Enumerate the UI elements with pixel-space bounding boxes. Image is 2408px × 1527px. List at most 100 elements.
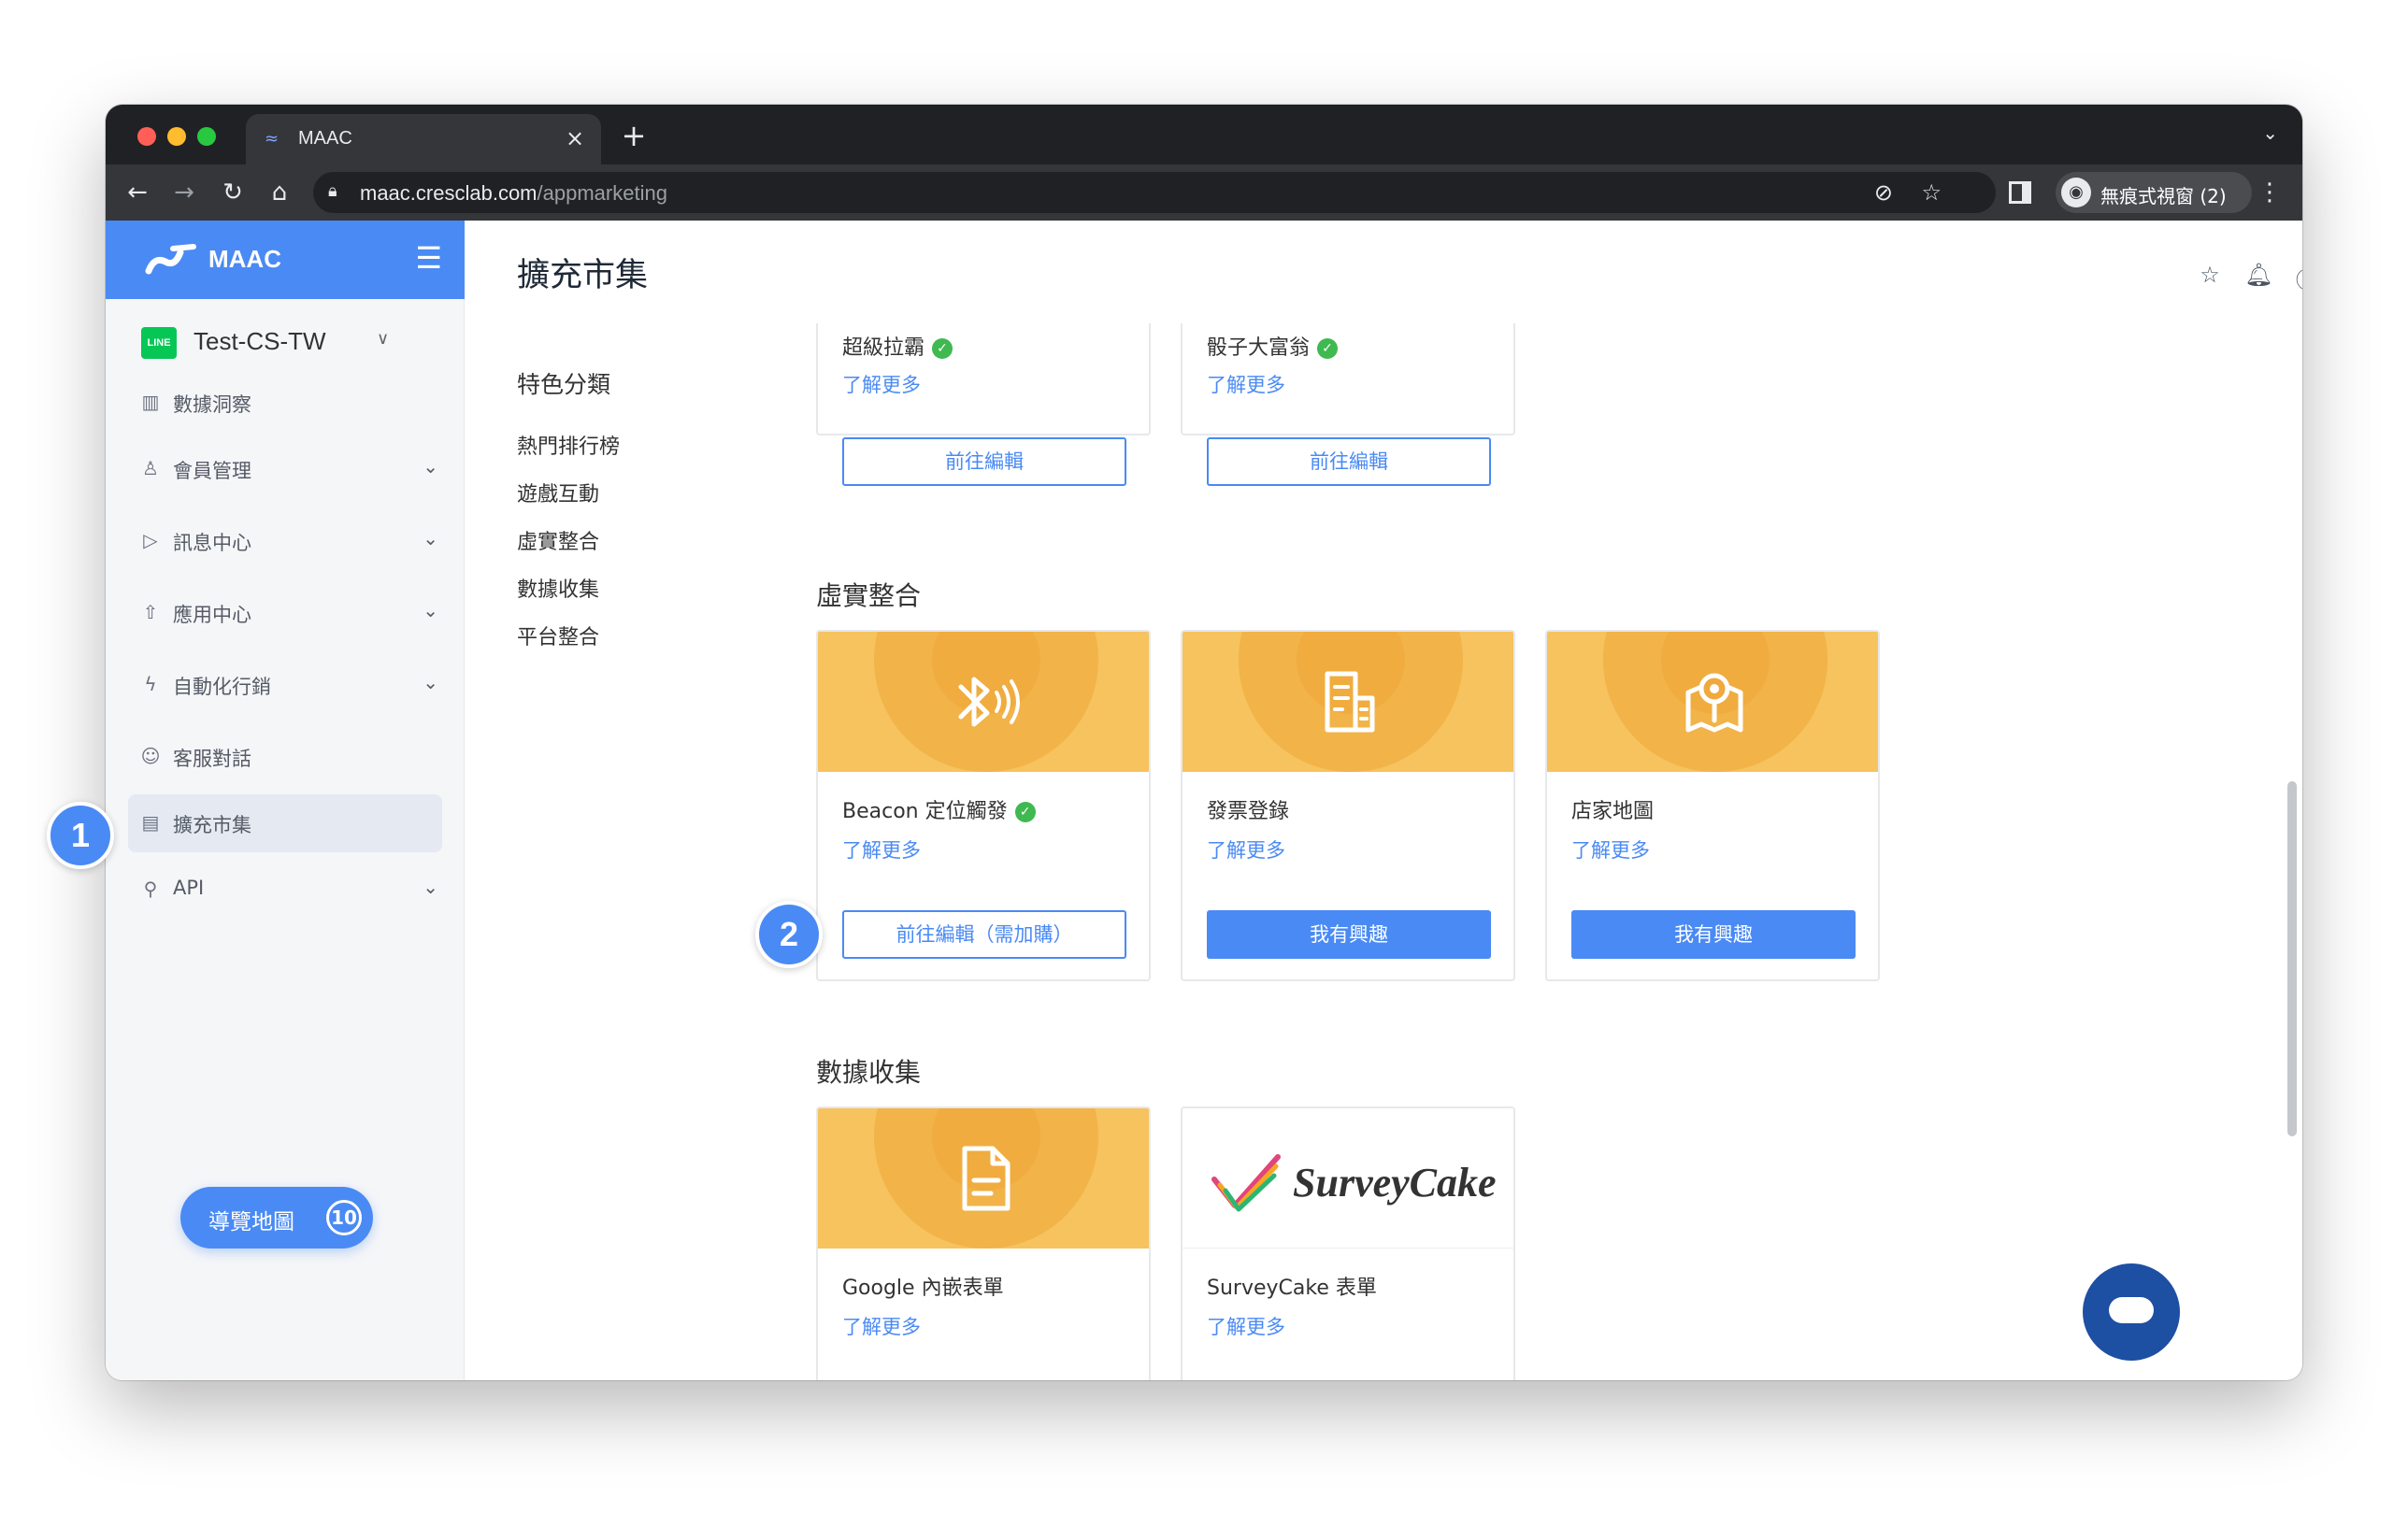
- guide-map-button[interactable]: 導覽地圖 10: [180, 1187, 373, 1249]
- bell-icon[interactable]: 🔔︎: [2244, 262, 2272, 288]
- incognito-label: 無痕式視窗 (2): [2100, 185, 2227, 207]
- incognito-profile-button[interactable]: ◉ 無痕式視窗 (2): [2056, 172, 2252, 213]
- sidebar: MAAC ☰ LINE Test-CS-TW ∨ ▥ 數據洞察 ♙ 會員管理 ⌄…: [106, 221, 465, 1380]
- brand-name: MAAC: [208, 245, 281, 273]
- card-name: 店家地圖: [1571, 800, 1655, 823]
- marketplace-scroll-area[interactable]: 特色分類 熱門排行榜 遊戲互動 虛實整合 數據收集 平台整合 超級拉霸 ✓ 了解更…: [465, 323, 2302, 1380]
- hamburger-menu-icon[interactable]: ☰: [415, 241, 442, 275]
- learn-more-link[interactable]: 了解更多: [842, 370, 921, 398]
- chevron-down-icon: ⌄: [423, 455, 438, 478]
- card-name: 骰子大富翁 ✓: [1207, 331, 1339, 361]
- eye-off-icon[interactable]: ⊘: [1874, 179, 1893, 206]
- sidebar-item-label: 自動化行銷: [173, 676, 271, 698]
- browser-menu-icon[interactable]: ⋮: [2258, 179, 2282, 206]
- category-link[interactable]: 熱門排行榜: [517, 430, 620, 460]
- reload-icon[interactable]: ↻: [216, 176, 250, 209]
- tab-search-chevron-icon[interactable]: ⌄: [2262, 121, 2278, 144]
- learn-more-link[interactable]: 了解更多: [1571, 835, 1650, 863]
- browser-window: ≈ MAAC × + ⌄ ← → ↻ ⌂ 🔒︎ maac.cresclab.co…: [106, 105, 2302, 1380]
- tab-close-icon[interactable]: ×: [562, 125, 588, 151]
- category-title: 特色分類: [517, 371, 611, 398]
- sidebar-item-members[interactable]: ♙ 會員管理 ⌄: [128, 440, 442, 498]
- sidebar-item-apps[interactable]: ⇧ 應用中心 ⌄: [128, 584, 442, 642]
- guide-map-label: 導覽地圖: [208, 1210, 294, 1234]
- card-banner: [1182, 632, 1513, 772]
- marketplace-card: 骰子大富翁 ✓ 了解更多 前往編輯: [1181, 323, 1515, 486]
- category-link[interactable]: 遊戲互動: [517, 478, 599, 507]
- minimize-window-button[interactable]: [167, 127, 186, 146]
- go-edit-addon-button[interactable]: 前往編輯（需加購）: [842, 910, 1126, 959]
- learn-more-link[interactable]: 了解更多: [1207, 835, 1285, 863]
- scrollbar[interactable]: [2287, 781, 2297, 1136]
- interested-button[interactable]: 我有興趣: [1207, 910, 1491, 959]
- category-link[interactable]: 虛實整合: [517, 525, 599, 555]
- forward-icon[interactable]: →: [167, 176, 201, 209]
- browser-toolbar: ← → ↻ ⌂ 🔒︎ maac.cresclab.com/appmarketin…: [106, 164, 2302, 221]
- document-icon: [962, 1146, 1010, 1211]
- category-link[interactable]: 數據收集: [517, 573, 599, 603]
- send-icon: ▷: [143, 529, 158, 551]
- close-window-button[interactable]: [137, 127, 156, 146]
- address-bar[interactable]: 🔒︎ maac.cresclab.com/appmarketing ⊘ ☆: [313, 172, 1996, 213]
- learn-more-link[interactable]: 了解更多: [1207, 1312, 1285, 1340]
- sidebar-item-api[interactable]: ⚲ API ⌄: [128, 861, 442, 919]
- learn-more-link[interactable]: 了解更多: [842, 1312, 921, 1340]
- star-icon[interactable]: ☆: [2196, 262, 2224, 288]
- chat-icon: ☺: [140, 745, 161, 767]
- url-text: maac.cresclab.com/appmarketing: [360, 181, 667, 205]
- category-link[interactable]: 平台整合: [517, 621, 599, 650]
- card-name: Beacon 定位觸發 ✓: [842, 794, 1036, 824]
- card-name: 超級拉霸 ✓: [842, 331, 953, 361]
- bookmark-star-icon[interactable]: ☆: [1921, 179, 1942, 206]
- marketplace-card: Google 內嵌表單 了解更多: [816, 1106, 1151, 1380]
- home-icon[interactable]: ⌂: [263, 176, 296, 209]
- user-icon: ♙: [142, 457, 159, 479]
- sidebar-item-messages[interactable]: ▷ 訊息中心 ⌄: [128, 512, 442, 570]
- chevron-down-icon: ⌄: [423, 876, 438, 898]
- bluetooth-beacon-icon: [958, 677, 1020, 727]
- browser-tab[interactable]: ≈ MAAC ×: [246, 114, 601, 164]
- marketplace-card: 發票登錄 了解更多 我有興趣: [1181, 630, 1515, 981]
- chevron-down-icon: ⌄: [423, 671, 438, 693]
- sidebar-item-label: 數據洞察: [173, 393, 251, 416]
- tab-bar: ≈ MAAC × + ⌄: [106, 105, 2302, 164]
- interested-button[interactable]: 我有興趣: [1571, 910, 1856, 959]
- sidebar-item-insights[interactable]: ▥ 數據洞察: [128, 374, 442, 432]
- verified-check-icon: ✓: [1317, 338, 1339, 359]
- sidebar-item-label: API: [173, 877, 205, 899]
- help-icon[interactable]: ⓘ: [2293, 262, 2302, 294]
- back-icon[interactable]: ←: [121, 176, 154, 209]
- learn-more-link[interactable]: 了解更多: [1207, 370, 1285, 398]
- card-banner: [818, 1108, 1149, 1249]
- card-banner: [818, 632, 1149, 772]
- chart-icon: ▥: [141, 391, 160, 413]
- lock-icon: 🔒︎: [328, 181, 337, 201]
- store-icon: ▤: [141, 811, 160, 834]
- chevron-down-icon: ⌄: [423, 599, 438, 621]
- new-tab-icon[interactable]: +: [618, 120, 650, 151]
- side-panel-icon[interactable]: [2009, 181, 2031, 204]
- line-badge-icon: LINE: [141, 327, 177, 359]
- account-name: Test-CS-TW: [194, 327, 326, 355]
- sidebar-item-marketplace[interactable]: ▤ 擴充市集: [128, 794, 442, 852]
- incognito-icon: ◉: [2061, 178, 2091, 207]
- step-callout-2: 2: [755, 901, 823, 968]
- sidebar-item-automation[interactable]: ϟ 自動化行銷 ⌄: [128, 656, 442, 714]
- chat-support-button[interactable]: [2083, 1263, 2180, 1361]
- chevron-down-icon: ∨: [377, 329, 390, 349]
- main-content: 擴充市集 ☆ 🔔︎ ⓘ ♙ 特色分類 熱門排行榜 遊戲互動 虛實整合 數據收集 …: [465, 221, 2302, 1380]
- chat-bubble-icon: [2109, 1297, 2154, 1323]
- maximize-window-button[interactable]: [197, 127, 216, 146]
- account-switcher[interactable]: LINE Test-CS-TW ∨: [141, 323, 422, 361]
- link-icon: ⚲: [143, 878, 158, 900]
- learn-more-link[interactable]: 了解更多: [842, 835, 921, 863]
- marketplace-card: Beacon 定位觸發 ✓ 了解更多 前往編輯（需加購）: [816, 630, 1151, 981]
- chevron-down-icon: ⌄: [423, 527, 438, 549]
- card-name: 發票登錄: [1207, 800, 1290, 823]
- go-edit-button[interactable]: 前往編輯: [1207, 437, 1491, 486]
- guide-map-count-badge: 10: [326, 1200, 362, 1235]
- tab-title: MAAC: [298, 128, 352, 149]
- go-edit-button[interactable]: 前往編輯: [842, 437, 1126, 486]
- map-pin-icon: [1685, 673, 1743, 733]
- sidebar-item-chat[interactable]: ☺ 客服對話: [128, 728, 442, 786]
